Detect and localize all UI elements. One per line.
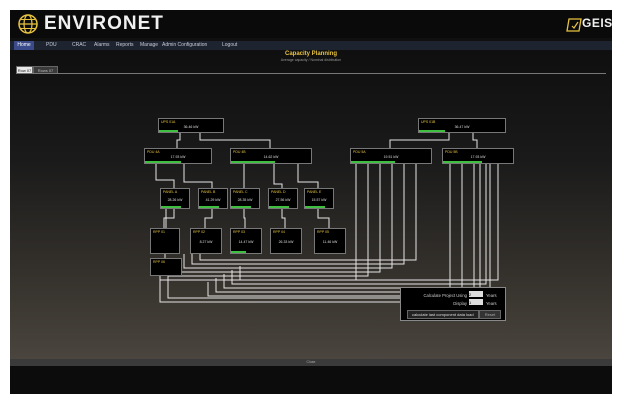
pdu-box[interactable]: PDU 4B 14.62 kW [230, 148, 312, 164]
panel-label: PANEL C [233, 190, 248, 194]
connector-line [243, 207, 246, 228]
load-bar [161, 206, 181, 208]
rack-box[interactable]: RPP 04 26.33 kW [270, 228, 302, 254]
load-bar [269, 206, 289, 208]
load-bar [419, 130, 445, 132]
pdu-box[interactable]: PDU 5A 19.51 kW [350, 148, 432, 164]
rack-box[interactable]: RPP 05 11.46 kW [314, 228, 346, 254]
rack-label: RPP 01 [153, 230, 165, 234]
pdu-value: 17.93 kW [170, 155, 186, 159]
rack-label: RPP 05 [317, 230, 329, 234]
connector-line [472, 131, 478, 148]
connector-line [231, 162, 487, 285]
panel-value: 28.26 kW [167, 198, 183, 202]
panel-label: PANEL D [271, 190, 286, 194]
connector-line [155, 162, 175, 188]
connector-line [281, 207, 286, 228]
rack-box[interactable]: RPP 01 [150, 228, 180, 254]
rack-value: 11.46 kW [322, 240, 338, 244]
load-bar [231, 251, 246, 253]
connector-line [176, 131, 181, 148]
panel-value: 27.56 kW [275, 198, 291, 202]
panel-label: PANEL E [307, 190, 322, 194]
load-bar [231, 206, 251, 208]
load-bar [231, 161, 275, 163]
panel-box[interactable]: PANEL B 41.29 kW [198, 188, 228, 209]
rack-value: 8.27 kW [199, 240, 213, 244]
rack-label: RPP 06 [153, 260, 165, 264]
connector-line [239, 162, 499, 281]
load-bar [159, 130, 179, 132]
connector-line [223, 162, 475, 289]
up-value: 36.46 kW [183, 125, 199, 129]
connector-line [317, 207, 330, 228]
up-box[interactable]: UPS 01B 36.47 kW [418, 118, 506, 133]
pdu-label: PDU 5B [445, 150, 458, 154]
load-bar [305, 206, 325, 208]
connector-line [273, 162, 283, 188]
display-years-input[interactable] [469, 299, 483, 305]
capacity-calculator-panel: Calculate Project Using Years Display Ye… [400, 287, 506, 321]
footer-area [10, 366, 612, 394]
panel-label: PANEL B [201, 190, 216, 194]
connector-line [183, 162, 213, 188]
up-label: UPS 01A [161, 120, 176, 124]
panel-box[interactable]: PANEL E 15.57 kW [304, 188, 334, 209]
project-years-input[interactable] [469, 291, 483, 297]
rack-box[interactable]: RPP 06 [150, 258, 182, 276]
pdu-label: PDU 4B [233, 150, 246, 154]
rack-label: RPP 04 [273, 230, 285, 234]
pdu-value: 14.62 kW [263, 155, 279, 159]
load-bar [443, 161, 482, 163]
pdu-value: 17.93 kW [470, 155, 486, 159]
pdu-value: 19.51 kW [383, 155, 399, 159]
calculate-button[interactable]: calculate last component data load [407, 310, 479, 319]
up-value: 36.47 kW [454, 125, 470, 129]
pdu-box[interactable]: PDU 4A 17.93 kW [144, 148, 212, 164]
connector-line [159, 162, 357, 281]
rack-value: 14.47 kW [238, 240, 254, 244]
panel-value: 15.57 kW [311, 198, 327, 202]
connector-line [199, 131, 271, 148]
rack-value: 26.33 kW [278, 240, 294, 244]
pdu-box[interactable]: PDU 5B 17.93 kW [442, 148, 514, 164]
display-years-label: Display [453, 301, 467, 306]
connector-line [167, 162, 369, 277]
up-label: UPS 01B [421, 120, 436, 124]
load-bar [199, 206, 219, 208]
panel-value: 41.29 kW [205, 198, 221, 202]
rack-box[interactable]: RPP 02 8.27 kW [190, 228, 222, 254]
connector-line [389, 131, 450, 148]
up-box[interactable]: UPS 01A 36.46 kW [158, 118, 224, 133]
load-bar [351, 161, 395, 163]
application-window: ENVIRONET GEIST Home PDUCRACAlarmsReport… [10, 10, 612, 394]
display-years-unit: Years [486, 301, 497, 306]
pdu-label: PDU 5A [353, 150, 366, 154]
rack-label: RPP 03 [233, 230, 245, 234]
panel-box[interactable]: PANEL C 28.35 kW [230, 188, 260, 209]
panel-label: PANEL A [163, 190, 178, 194]
project-years-unit: Years [486, 293, 497, 298]
panel-box[interactable]: PANEL A 28.26 kW [160, 188, 190, 209]
connector-line [175, 162, 381, 273]
project-years-label: Calculate Project Using [423, 293, 467, 298]
power-topology-diagram [155, 131, 499, 303]
panel-value: 28.35 kW [237, 198, 253, 202]
rack-label: RPP 02 [193, 230, 205, 234]
pdu-label: PDU 4A [147, 150, 160, 154]
panel-box[interactable]: PANEL D 27.56 kW [268, 188, 298, 209]
load-bar [145, 161, 182, 163]
connector-line [297, 162, 319, 188]
reset-button[interactable]: Reset [479, 310, 501, 319]
footer-bar[interactable]: Close [10, 359, 612, 366]
rack-box[interactable]: RPP 03 14.47 kW [230, 228, 262, 254]
connector-line [204, 207, 213, 228]
